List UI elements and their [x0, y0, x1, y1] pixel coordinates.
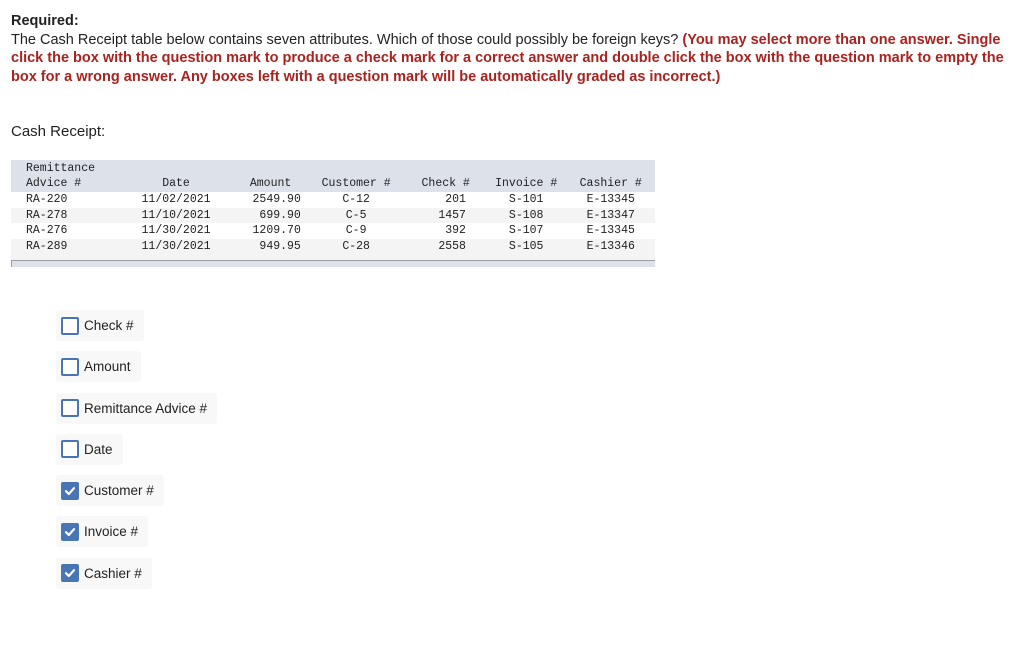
- cell-remittance-advice: RA-276: [26, 224, 68, 237]
- cell-check: 2558: [438, 239, 466, 253]
- cell-cashier: E-13346: [586, 239, 635, 253]
- cell-check: 201: [445, 193, 466, 206]
- checkbox-checked[interactable]: [61, 564, 79, 583]
- cash-receipt-table: Remittance Advice # Date Amount Customer…: [11, 160, 655, 260]
- header-check: Check #: [421, 177, 470, 190]
- option-row: Date: [56, 433, 217, 475]
- cell-date: 11/30/2021: [141, 224, 211, 237]
- checkbox-empty[interactable]: [61, 399, 79, 418]
- table-row: RA-278 11/10/2021 699.90 C-5 1457 S-108 E-1334…: [11, 207, 655, 223]
- cell-check: 392: [445, 224, 466, 237]
- answer-options: Check # Amount Remittance Advice # Date Cust…: [56, 310, 218, 599]
- option-row: Customer #: [56, 475, 217, 516]
- cell-invoice: S-101: [508, 193, 544, 206]
- option-row: Remittance Advice #: [56, 392, 218, 434]
- option-row: Cashier #: [56, 557, 217, 599]
- cell-cashier: E-13347: [586, 208, 635, 222]
- table-row: RA-289 11/30/2021 949.95 C-28 2558 S-105 E-133…: [11, 238, 655, 254]
- check-icon: [64, 528, 76, 537]
- cell-amount: 949.95: [259, 239, 301, 253]
- cell-remittance-advice: RA-278: [26, 208, 68, 222]
- option-row: Invoice #: [56, 516, 217, 557]
- option-remittance-advice[interactable]: Remittance Advice #: [56, 392, 218, 424]
- question-text: The Cash Receipt table below contains se…: [11, 31, 683, 48]
- cell-date: 11/02/2021: [141, 193, 211, 206]
- header-remittance-advice: Remittance Advice #: [26, 162, 96, 190]
- option-date[interactable]: Date: [56, 433, 123, 465]
- cell-remittance-advice: RA-289: [26, 239, 68, 253]
- checkbox-empty[interactable]: [61, 316, 79, 335]
- cell-amount: 2549.90: [252, 193, 301, 206]
- cell-customer: C-5: [345, 208, 367, 222]
- option-cashier[interactable]: Cashier #: [56, 557, 152, 589]
- table-header-row: Remittance Advice # Date Amount Customer…: [11, 160, 655, 192]
- option-label: Customer #: [84, 483, 154, 499]
- option-row: Amount: [56, 351, 217, 392]
- table-row: RA-220 11/02/2021 2549.90 C-12 201 S-101 E-133…: [11, 192, 655, 208]
- option-label: Check #: [84, 318, 134, 333]
- table-row: RA-276 11/30/2021 1209.70 C-9 392 S-107 E-1334…: [11, 223, 655, 239]
- checkbox-checked[interactable]: [61, 481, 79, 500]
- cell-date: 11/30/2021: [141, 239, 211, 253]
- option-label: Remittance Advice #: [84, 400, 208, 416]
- cell-date: 11/10/2021: [141, 208, 211, 222]
- cell-amount: 699.90: [259, 208, 301, 222]
- check-icon: [64, 569, 76, 578]
- cell-cashier: E-13345: [586, 224, 635, 237]
- checkbox-empty[interactable]: [61, 357, 79, 376]
- option-check[interactable]: Check #: [56, 310, 144, 341]
- cell-invoice: S-105: [508, 239, 544, 253]
- option-label: Invoice #: [84, 524, 139, 540]
- cell-cashier: E-13345: [586, 193, 635, 206]
- checkbox-empty[interactable]: [61, 440, 79, 459]
- option-label: Amount: [84, 359, 131, 375]
- cell-customer: C-9: [345, 224, 367, 237]
- header-cashier: Cashier #: [579, 177, 642, 190]
- cell-remittance-advice: RA-220: [26, 193, 68, 206]
- cell-invoice: S-107: [508, 224, 544, 237]
- header-invoice: Invoice #: [495, 177, 558, 190]
- option-label: Date: [84, 441, 113, 457]
- table-label: Cash Receipt:: [11, 123, 106, 140]
- table-footer-bar: [11, 260, 655, 267]
- option-invoice[interactable]: Invoice #: [56, 516, 149, 548]
- cell-customer: C-12: [342, 193, 370, 206]
- cell-check: 1457: [438, 208, 466, 222]
- cell-customer: C-28: [342, 239, 370, 253]
- check-icon: [64, 486, 76, 495]
- option-customer[interactable]: Customer #: [56, 475, 164, 507]
- cash-receipt-table-wrapper: Remittance Advice # Date Amount Customer…: [11, 160, 655, 267]
- cell-amount: 1209.70: [252, 224, 301, 237]
- header-customer: Customer #: [321, 177, 391, 190]
- cell-invoice: S-108: [508, 208, 544, 222]
- option-amount[interactable]: Amount: [56, 351, 141, 383]
- question-block: Required: The Cash Receipt table below c…: [11, 12, 1011, 86]
- required-heading: Required:: [11, 13, 79, 29]
- option-label: Cashier #: [84, 565, 142, 581]
- header-date: Date: [162, 177, 190, 190]
- checkbox-checked[interactable]: [61, 522, 79, 541]
- header-amount: Amount: [249, 177, 292, 190]
- option-row: Check #: [56, 310, 217, 351]
